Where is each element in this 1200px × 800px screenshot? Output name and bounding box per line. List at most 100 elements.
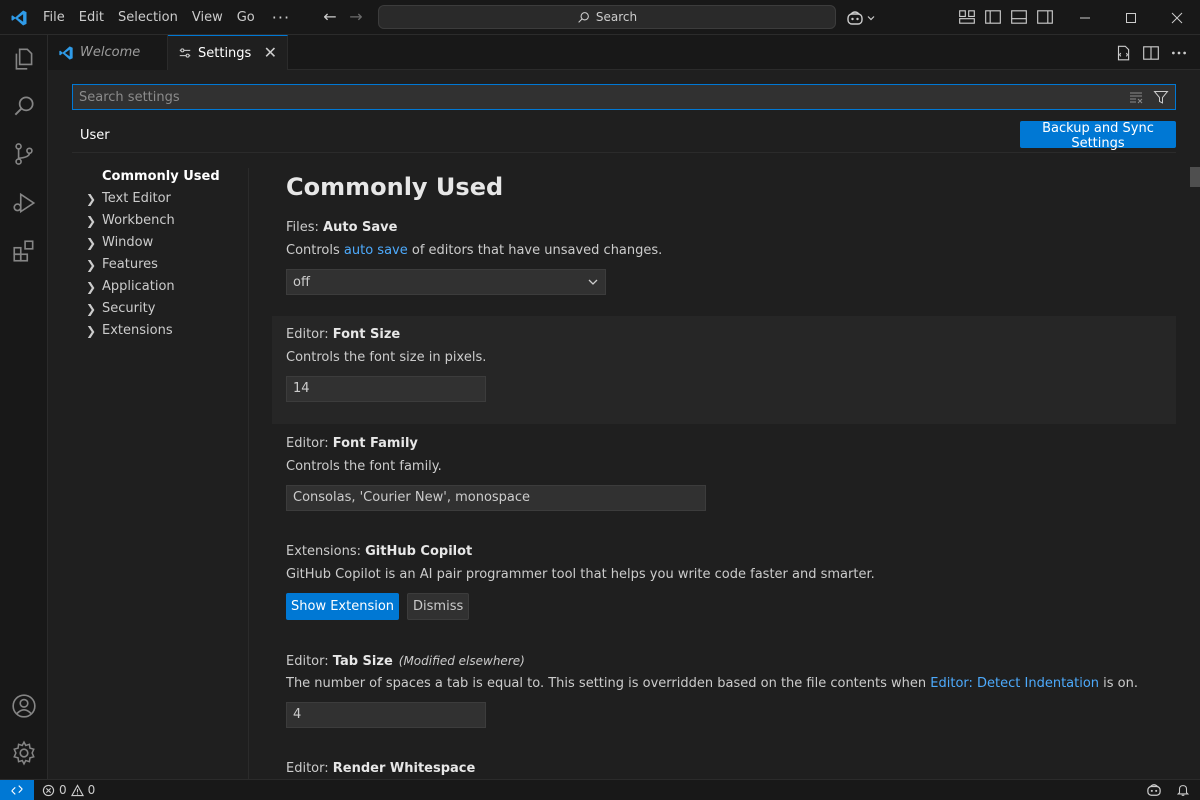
- filter-icon[interactable]: [1153, 89, 1169, 105]
- split-editor-icon[interactable]: [1142, 44, 1160, 62]
- setting-title: Files: Auto Save: [286, 218, 1176, 238]
- explorer-icon[interactable]: [11, 46, 37, 72]
- vscode-logo-icon: [11, 10, 27, 26]
- scrollbar-thumb[interactable]: [1190, 167, 1200, 187]
- font-size-input[interactable]: 14: [286, 376, 486, 402]
- toc-item-security[interactable]: ❯ Security: [72, 298, 249, 320]
- menu-edit[interactable]: Edit: [72, 0, 111, 35]
- close-tab-icon[interactable]: ✕: [264, 45, 277, 61]
- auto-save-select[interactable]: off: [286, 269, 606, 295]
- minimize-icon: [1080, 17, 1090, 18]
- notifications-bell-icon[interactable]: [1176, 783, 1190, 797]
- minimize-button[interactable]: [1062, 0, 1108, 35]
- tab-welcome[interactable]: Welcome: [48, 35, 168, 70]
- show-extension-button[interactable]: Show Extension: [286, 593, 400, 620]
- toggle-secondary-sidebar-icon[interactable]: [1036, 8, 1054, 26]
- auto-save-link[interactable]: auto save: [344, 243, 408, 258]
- toggle-panel-icon[interactable]: [1010, 8, 1028, 26]
- setting-category: Editor:: [286, 761, 333, 776]
- chevron-right-icon: ❯: [86, 280, 97, 294]
- menu-bar: File Edit Selection View Go ···: [36, 0, 300, 35]
- setting-category: Editor:: [286, 436, 333, 451]
- menu-view[interactable]: View: [185, 0, 230, 35]
- remote-indicator[interactable]: [0, 780, 34, 800]
- setting-title: Extensions: GitHub Copilot: [286, 542, 1176, 562]
- tab-user-settings[interactable]: User: [72, 126, 118, 153]
- font-family-input[interactable]: Consolas, 'Courier New', monospace: [286, 485, 706, 511]
- error-icon: [42, 784, 55, 796]
- menu-selection[interactable]: Selection: [111, 0, 185, 35]
- toc-item-features[interactable]: ❯ Features: [72, 254, 249, 276]
- toc-label: Application: [102, 279, 175, 294]
- setting-title: Editor: Font Family: [286, 434, 1176, 454]
- copilot-actions: Show Extension Dismiss: [286, 593, 1176, 620]
- warning-icon: [70, 783, 84, 796]
- extensions-icon[interactable]: [11, 238, 37, 264]
- toc-item-window[interactable]: ❯ Window: [72, 232, 249, 254]
- tab-size-input[interactable]: 4: [286, 702, 486, 728]
- tab-welcome-label: Welcome: [80, 45, 141, 60]
- toc-item-commonly-used[interactable]: Commonly Used: [72, 166, 249, 188]
- dismiss-button[interactable]: Dismiss: [407, 593, 470, 620]
- command-center-search[interactable]: Search: [378, 5, 836, 29]
- warning-count: 0: [87, 783, 96, 797]
- status-bar: 0 0: [0, 779, 1200, 800]
- more-menu-button[interactable]: ···: [262, 8, 300, 27]
- toc-label: Window: [102, 235, 154, 250]
- copilot-status-icon[interactable]: [1146, 783, 1162, 797]
- open-settings-json-icon[interactable]: [1114, 44, 1132, 62]
- menu-go[interactable]: Go: [230, 0, 262, 35]
- toc-label: Extensions: [102, 323, 173, 338]
- setting-name: GitHub Copilot: [365, 544, 473, 559]
- detect-indentation-link[interactable]: Editor: Detect Indentation: [930, 676, 1099, 691]
- toc-item-workbench[interactable]: ❯ Workbench: [72, 210, 249, 232]
- layout-controls: [958, 8, 1054, 26]
- setting-font-family: Editor: Font Family Controls the font fa…: [272, 434, 1176, 534]
- tab-settings[interactable]: Settings ✕: [168, 35, 288, 70]
- chevron-right-icon: ❯: [86, 302, 97, 316]
- toc-label: Text Editor: [102, 191, 171, 206]
- back-arrow-icon[interactable]: ←: [321, 8, 339, 26]
- customize-layout-icon[interactable]: [958, 8, 976, 26]
- copilot-menu-button[interactable]: [846, 8, 880, 28]
- modified-elsewhere-indicator[interactable]: (Modified elsewhere): [399, 654, 525, 668]
- desc-text: Controls: [286, 243, 344, 258]
- search-actions: [1129, 89, 1175, 105]
- maximize-button[interactable]: [1108, 0, 1154, 35]
- settings-sliders-icon: [179, 48, 191, 58]
- search-view-icon[interactable]: [11, 93, 37, 119]
- clear-search-icon[interactable]: [1129, 89, 1145, 105]
- problems-indicator[interactable]: 0 0: [42, 780, 95, 800]
- setting-description: GitHub Copilot is an AI pair programmer …: [286, 567, 875, 582]
- run-and-debug-icon[interactable]: [11, 190, 37, 216]
- toc-item-text-editor[interactable]: ❯ Text Editor: [72, 188, 249, 210]
- settings-search-box: [72, 84, 1176, 110]
- toc-label: Commonly Used: [102, 169, 220, 184]
- copilot-icon: [847, 11, 863, 25]
- setting-title: Editor: Font Size: [286, 325, 1176, 345]
- vscode-icon: [59, 45, 73, 60]
- settings-toc: Commonly Used ❯ Text Editor ❯ Workbench ❯ W…: [72, 166, 249, 342]
- source-control-icon[interactable]: [11, 141, 37, 167]
- chevron-right-icon: ❯: [86, 324, 97, 338]
- toc-item-extensions[interactable]: ❯ Extensions: [72, 320, 249, 342]
- accounts-icon[interactable]: [11, 693, 37, 719]
- section-title: Commonly Used: [286, 173, 504, 201]
- chevron-right-icon: ❯: [86, 258, 97, 272]
- forward-arrow-icon[interactable]: →: [347, 8, 365, 26]
- setting-font-size: Editor: Font Size Controls the font size…: [272, 316, 1176, 424]
- backup-sync-button[interactable]: Backup and Sync Settings: [1020, 121, 1176, 151]
- close-icon: [1171, 12, 1183, 23]
- manage-gear-icon[interactable]: [11, 740, 37, 766]
- tab-settings-label: Settings: [198, 45, 252, 61]
- toc-item-application[interactable]: ❯ Application: [72, 276, 249, 298]
- setting-name: Font Family: [332, 436, 418, 451]
- activity-bar: [0, 35, 48, 779]
- menu-file[interactable]: File: [36, 0, 72, 35]
- remote-icon: [11, 785, 23, 795]
- more-actions-icon[interactable]: [1170, 44, 1188, 62]
- close-window-button[interactable]: [1154, 0, 1200, 35]
- toggle-primary-sidebar-icon[interactable]: [984, 8, 1002, 26]
- settings-search-input[interactable]: [73, 85, 1129, 109]
- toc-label: Workbench: [102, 213, 175, 228]
